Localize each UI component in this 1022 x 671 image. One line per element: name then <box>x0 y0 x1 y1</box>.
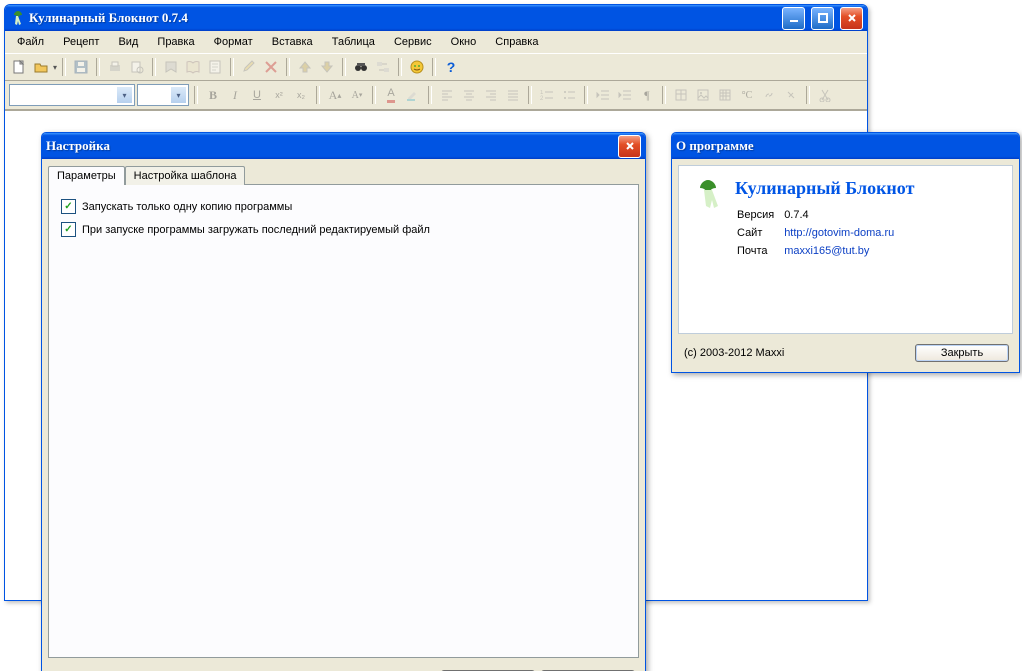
site-label: Сайт <box>737 225 782 241</box>
menu-view[interactable]: Вид <box>110 33 146 51</box>
align-right-icon[interactable] <box>481 85 501 105</box>
numbered-list-icon[interactable]: 12 <box>537 85 557 105</box>
single-instance-label: Запускать только одну копию программы <box>82 201 292 213</box>
book-icon[interactable] <box>183 57 203 77</box>
menu-service[interactable]: Сервис <box>386 33 440 51</box>
degree-icon[interactable]: °C <box>737 85 757 105</box>
close-button[interactable] <box>840 7 863 30</box>
about-footer: (c) 2003-2012 Maxxi Закрыть <box>672 340 1019 372</box>
version-value: 0.7.4 <box>784 207 902 223</box>
standard-toolbar: ▾ ? <box>5 54 867 81</box>
menubar: Файл Рецепт Вид Правка Формат Вставка Та… <box>5 31 867 54</box>
about-body: Кулинарный Блокнот Версия0.7.4 Сайтhttp:… <box>678 165 1013 334</box>
mail-link[interactable]: maxxi165@tut.by <box>784 245 869 257</box>
menu-format[interactable]: Формат <box>206 33 261 51</box>
maximize-button[interactable] <box>811 7 834 30</box>
print-preview-icon[interactable] <box>127 57 147 77</box>
binoculars-icon[interactable] <box>351 57 371 77</box>
settings-buttons: Сохранить Отмена <box>42 664 645 671</box>
underline-icon[interactable]: U <box>247 85 267 105</box>
align-left-icon[interactable] <box>437 85 457 105</box>
up-icon[interactable] <box>295 57 315 77</box>
new-icon[interactable] <box>9 57 29 77</box>
about-titlebar[interactable]: О программе <box>672 133 1019 159</box>
font-color-icon[interactable]: A <box>381 85 401 105</box>
notes-icon[interactable] <box>205 57 225 77</box>
load-last-file-label: При запуске программы загружать последни… <box>82 224 430 236</box>
subscript-icon[interactable]: x₂ <box>291 85 311 105</box>
bulleted-list-icon[interactable] <box>559 85 579 105</box>
bold-icon[interactable]: B <box>203 85 223 105</box>
open-icon[interactable] <box>31 57 51 77</box>
about-title: О программе <box>676 138 1015 154</box>
recipes-icon[interactable] <box>161 57 181 77</box>
delete-icon[interactable] <box>261 57 281 77</box>
menu-insert[interactable]: Вставка <box>264 33 321 51</box>
settings-titlebar[interactable]: Настройка <box>42 133 645 159</box>
settings-title: Настройка <box>46 138 612 154</box>
about-app-name: Кулинарный Блокнот <box>735 178 1000 199</box>
replace-icon[interactable] <box>373 57 393 77</box>
leek-icon <box>691 178 723 321</box>
checkmark-icon: ✓ <box>61 222 76 237</box>
tab-template[interactable]: Настройка шаблона <box>125 166 246 185</box>
align-center-icon[interactable] <box>459 85 479 105</box>
smiley-icon[interactable] <box>407 57 427 77</box>
menu-file[interactable]: Файл <box>9 33 52 51</box>
site-link[interactable]: http://gotovim-doma.ru <box>784 227 894 239</box>
single-instance-checkbox[interactable]: ✓ Запускать только одну копию программы <box>61 199 626 214</box>
menu-recipe[interactable]: Рецепт <box>55 33 107 51</box>
settings-close-button[interactable] <box>618 135 641 158</box>
superscript-icon[interactable]: x² <box>269 85 289 105</box>
about-info-table: Версия0.7.4 Сайтhttp://gotovim-doma.ru П… <box>735 205 904 261</box>
menu-window[interactable]: Окно <box>443 33 485 51</box>
font-grow-icon[interactable]: A▴ <box>325 85 345 105</box>
print-icon[interactable] <box>105 57 125 77</box>
save-icon[interactable] <box>71 57 91 77</box>
settings-tabs: Параметры Настройка шаблона <box>42 159 645 184</box>
cut-icon[interactable] <box>815 85 835 105</box>
outdent-icon[interactable] <box>593 85 613 105</box>
settings-dialog: Настройка Параметры Настройка шаблона ✓ … <box>41 132 646 671</box>
mail-label: Почта <box>737 243 782 259</box>
main-title: Кулинарный Блокнот 0.7.4 <box>29 10 776 26</box>
main-titlebar[interactable]: Кулинарный Блокнот 0.7.4 <box>5 5 867 31</box>
anchor-icon[interactable] <box>781 85 801 105</box>
link-icon[interactable] <box>759 85 779 105</box>
insert-image-icon[interactable] <box>693 85 713 105</box>
insert-grid-icon[interactable] <box>715 85 735 105</box>
copyright-text: (c) 2003-2012 Maxxi <box>684 347 784 359</box>
highlight-icon[interactable] <box>403 85 423 105</box>
minimize-button[interactable] <box>782 7 805 30</box>
svg-text:2: 2 <box>540 96 544 102</box>
about-dialog: О программе Кулинарный Блокнот Версия0.7… <box>671 132 1020 373</box>
about-close-button[interactable]: Закрыть <box>915 344 1009 362</box>
menu-table[interactable]: Таблица <box>324 33 383 51</box>
italic-icon[interactable]: I <box>225 85 245 105</box>
tab-parameters[interactable]: Параметры <box>48 166 125 185</box>
help-icon[interactable]: ? <box>441 57 461 77</box>
font-select[interactable]: ▾ <box>9 84 135 106</box>
checkmark-icon: ✓ <box>61 199 76 214</box>
load-last-file-checkbox[interactable]: ✓ При запуске программы загружать послед… <box>61 222 626 237</box>
insert-table-icon[interactable] <box>671 85 691 105</box>
settings-panel: ✓ Запускать только одну копию программы … <box>48 184 639 658</box>
menu-help[interactable]: Справка <box>487 33 546 51</box>
paragraph-icon[interactable]: ¶ <box>637 85 657 105</box>
align-justify-icon[interactable] <box>503 85 523 105</box>
size-select[interactable]: ▾ <box>137 84 189 106</box>
edit-icon[interactable] <box>239 57 259 77</box>
app-icon <box>9 10 25 26</box>
version-label: Версия <box>737 207 782 223</box>
menu-edit[interactable]: Правка <box>149 33 202 51</box>
font-shrink-icon[interactable]: A▾ <box>347 85 367 105</box>
format-toolbar: ▾ ▾ B I U x² x₂ A▴ A▾ A 12 ¶ °C <box>5 81 867 110</box>
down-icon[interactable] <box>317 57 337 77</box>
indent-icon[interactable] <box>615 85 635 105</box>
